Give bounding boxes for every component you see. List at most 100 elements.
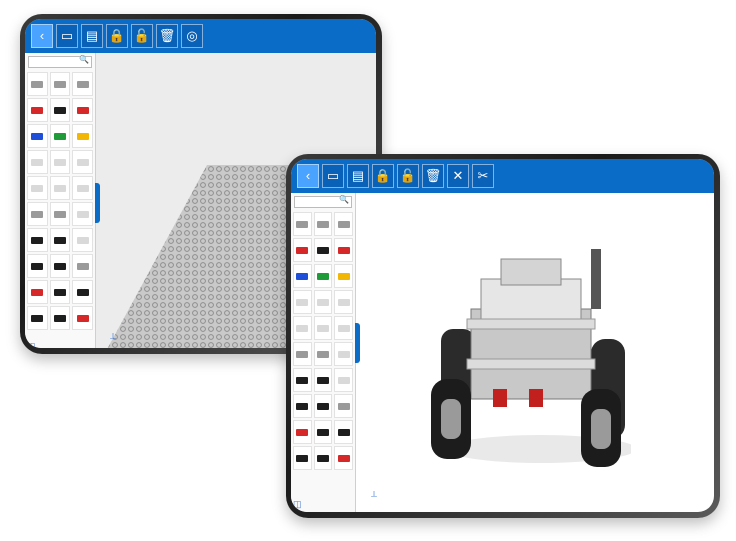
part-tile[interactable] xyxy=(293,212,312,236)
brick-icon xyxy=(76,288,89,296)
part-tile[interactable] xyxy=(72,254,93,278)
part-tile[interactable] xyxy=(49,98,71,122)
part-tile[interactable] xyxy=(313,290,333,314)
part-tile[interactable] xyxy=(72,228,93,252)
save-button[interactable]: ▤ xyxy=(347,164,369,188)
part-tile[interactable] xyxy=(27,306,48,330)
brick-icon xyxy=(316,376,329,384)
part-tile[interactable] xyxy=(334,446,353,470)
part-tile[interactable] xyxy=(72,280,93,304)
part-tile[interactable] xyxy=(334,264,353,288)
scissors-button[interactable]: ✂ xyxy=(472,164,494,188)
part-tile[interactable] xyxy=(27,228,48,252)
part-tile[interactable] xyxy=(313,316,333,340)
part-tile[interactable] xyxy=(49,306,71,330)
part-tile[interactable] xyxy=(313,368,333,392)
part-tile[interactable] xyxy=(72,306,93,330)
part-tile[interactable] xyxy=(293,264,312,288)
part-tile[interactable] xyxy=(334,368,353,392)
part-tile[interactable] xyxy=(293,420,312,444)
lock-button[interactable]: 🔒 xyxy=(372,164,394,188)
brick-icon xyxy=(316,454,329,462)
part-tile[interactable] xyxy=(334,394,353,418)
part-tile[interactable] xyxy=(72,98,93,122)
part-tile[interactable] xyxy=(27,150,48,174)
part-tile[interactable] xyxy=(72,176,93,200)
lock-icon: 🔒 xyxy=(108,28,126,43)
part-tile[interactable] xyxy=(313,446,333,470)
part-tile[interactable] xyxy=(293,446,312,470)
part-tile[interactable] xyxy=(27,280,48,304)
brick-icon xyxy=(31,262,44,270)
parts-palette: 🔍 xyxy=(25,53,100,348)
trash-button[interactable]: 🗑 xyxy=(422,164,444,188)
part-tile[interactable] xyxy=(49,124,71,148)
part-tile[interactable] xyxy=(49,176,71,200)
search-icon[interactable]: 🔍 xyxy=(79,55,89,64)
brick-icon xyxy=(53,106,66,114)
part-tile[interactable] xyxy=(49,254,71,278)
part-tile[interactable] xyxy=(72,202,93,226)
part-tile[interactable] xyxy=(313,394,333,418)
part-tile[interactable] xyxy=(293,368,312,392)
part-tile[interactable] xyxy=(27,124,48,148)
back-button[interactable]: ‹ xyxy=(31,24,53,48)
part-tile[interactable] xyxy=(27,254,48,278)
trash-button[interactable]: 🗑 xyxy=(156,24,178,48)
part-tile[interactable] xyxy=(72,124,93,148)
part-tile[interactable] xyxy=(334,212,353,236)
part-tile[interactable] xyxy=(313,212,333,236)
part-tile[interactable] xyxy=(293,316,312,340)
wrench-button[interactable]: ✕ xyxy=(447,164,469,188)
part-tile[interactable] xyxy=(334,420,353,444)
part-tile[interactable] xyxy=(334,290,353,314)
settings-icon[interactable]: ◫ xyxy=(293,499,302,510)
toolbar: ‹ ▭ ▤ 🔒 🔓 🗑 ◎ xyxy=(25,19,376,53)
unlock-icon: 🔓 xyxy=(133,28,151,43)
axis-gizmo-icon: ⟂ xyxy=(110,331,117,341)
part-tile[interactable] xyxy=(27,72,48,96)
part-tile[interactable] xyxy=(49,150,71,174)
lock-button[interactable]: 🔒 xyxy=(106,24,128,48)
part-tile[interactable] xyxy=(334,316,353,340)
part-tile[interactable] xyxy=(293,238,312,262)
brick-icon xyxy=(53,132,66,140)
unlock-button[interactable]: 🔓 xyxy=(131,24,153,48)
back-button[interactable]: ‹ xyxy=(297,164,319,188)
folder-button[interactable]: ▭ xyxy=(56,24,78,48)
search-input[interactable]: 🔍 xyxy=(28,55,92,68)
brick-icon xyxy=(31,314,44,322)
brick-icon xyxy=(296,324,309,332)
brick-icon xyxy=(76,236,89,244)
search-icon[interactable]: 🔍 xyxy=(339,195,349,204)
part-tile[interactable] xyxy=(72,150,93,174)
part-tile[interactable] xyxy=(49,228,71,252)
brick-icon xyxy=(316,298,329,306)
unlock-button[interactable]: 🔓 xyxy=(397,164,419,188)
part-tile[interactable] xyxy=(293,342,312,366)
part-tile[interactable] xyxy=(313,420,333,444)
part-tile[interactable] xyxy=(49,72,71,96)
part-tile[interactable] xyxy=(334,342,353,366)
part-tile[interactable] xyxy=(27,202,48,226)
part-tile[interactable] xyxy=(49,202,71,226)
camera-button[interactable]: ◎ xyxy=(181,24,203,48)
part-tile[interactable] xyxy=(49,280,71,304)
part-tile[interactable] xyxy=(313,342,333,366)
part-tile[interactable] xyxy=(293,394,312,418)
part-tile[interactable] xyxy=(334,238,353,262)
axis-gizmo-icon: ⟂ xyxy=(371,489,378,499)
robot-model[interactable] xyxy=(431,239,631,469)
palette-collapse-tab[interactable] xyxy=(355,323,360,363)
part-tile[interactable] xyxy=(72,72,93,96)
part-tile[interactable] xyxy=(293,290,312,314)
save-button[interactable]: ▤ xyxy=(81,24,103,48)
part-tile[interactable] xyxy=(313,264,333,288)
search-input[interactable]: 🔍 xyxy=(294,195,352,208)
brick-icon xyxy=(53,262,66,270)
part-tile[interactable] xyxy=(27,98,48,122)
folder-button[interactable]: ▭ xyxy=(322,164,344,188)
part-tile[interactable] xyxy=(313,238,333,262)
settings-icon[interactable]: ◫ xyxy=(27,341,36,348)
part-tile[interactable] xyxy=(27,176,48,200)
